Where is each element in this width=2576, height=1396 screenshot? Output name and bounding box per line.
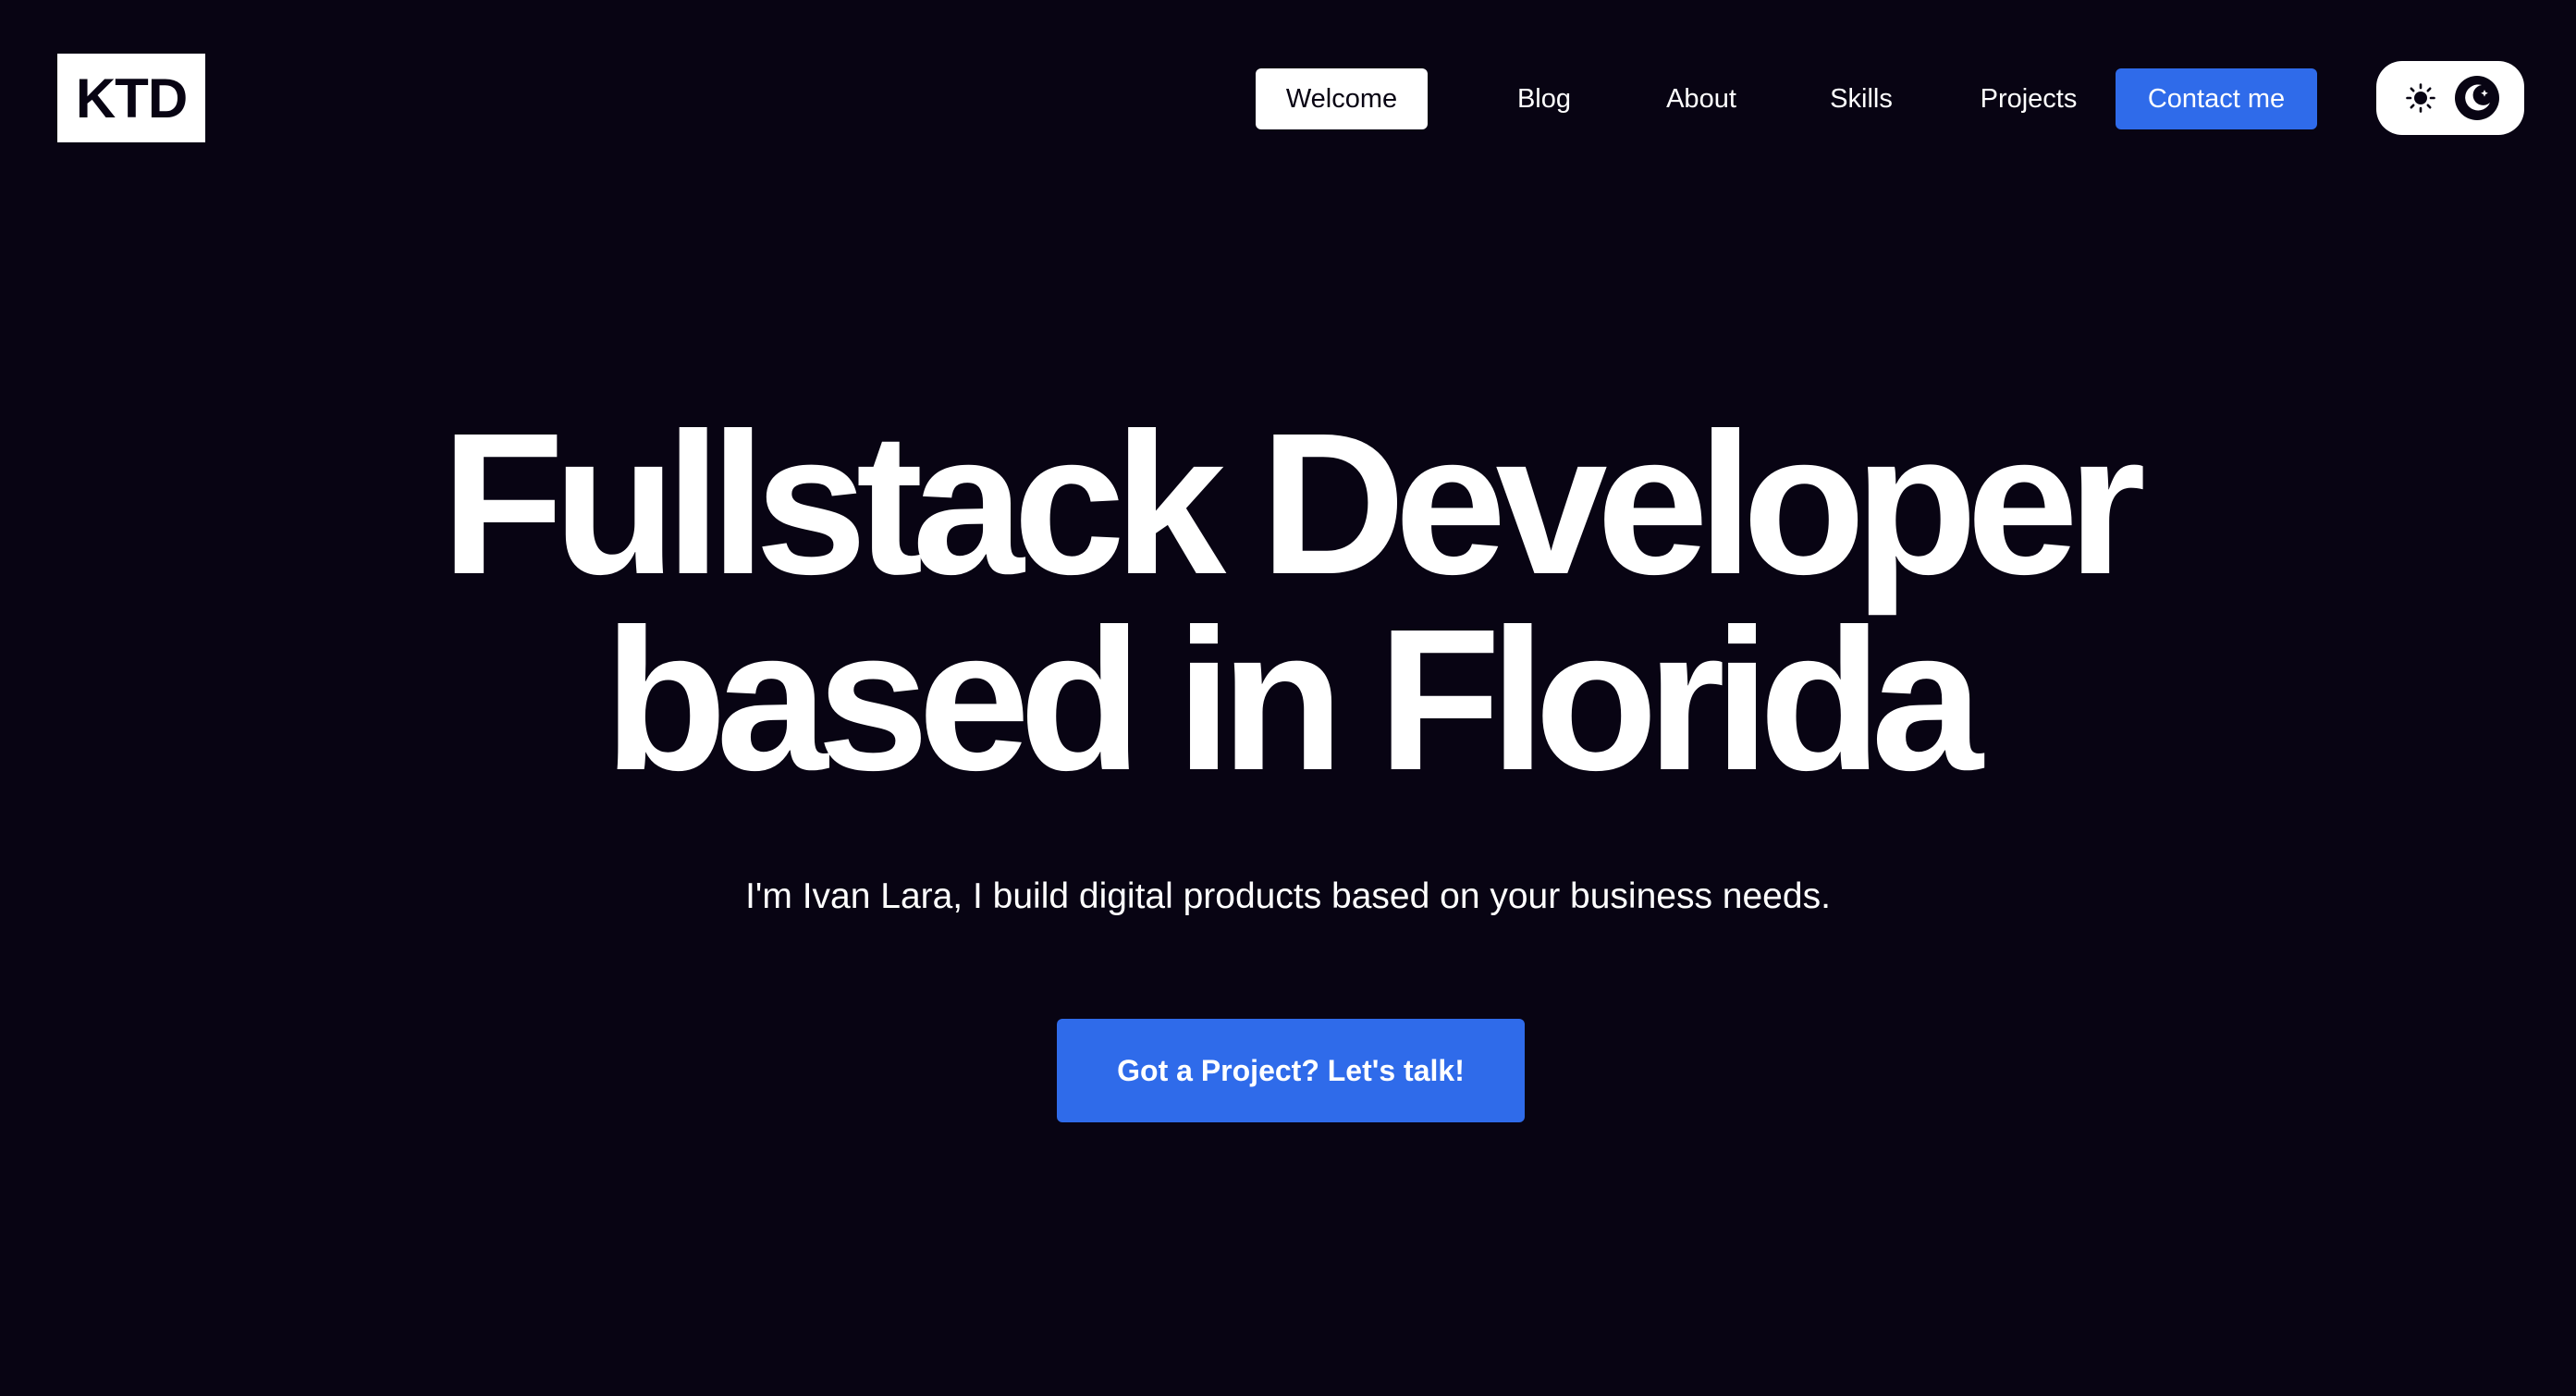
nav-skills[interactable]: Skills <box>1794 68 1929 129</box>
theme-toggle[interactable] <box>2376 61 2524 135</box>
lets-talk-button[interactable]: Got a Project? Let's talk! <box>1057 1019 1525 1122</box>
nav-about[interactable]: About <box>1629 68 1773 129</box>
hero-title: Fullstack Developer based in Florida <box>0 392 2576 813</box>
hero-title-line-1: Fullstack Developer <box>441 392 2146 617</box>
hero-subtitle: I'm Ivan Lara, I build digital products … <box>745 876 1831 916</box>
logo-text: KTD <box>75 67 188 129</box>
nav-projects[interactable]: Projects <box>1947 68 2110 129</box>
logo[interactable]: KTD <box>57 54 205 142</box>
sun-icon[interactable] <box>2406 83 2435 113</box>
nav-blog[interactable]: Blog <box>1478 68 1611 129</box>
moon-icon[interactable] <box>2454 75 2500 121</box>
contact-me-button[interactable]: Contact me <box>2116 68 2317 129</box>
nav-welcome[interactable]: Welcome <box>1256 68 1428 129</box>
site-header: KTD Welcome Blog About Skills Projects C… <box>0 0 2576 185</box>
hero-title-line-2: based in Florida <box>604 588 1983 813</box>
